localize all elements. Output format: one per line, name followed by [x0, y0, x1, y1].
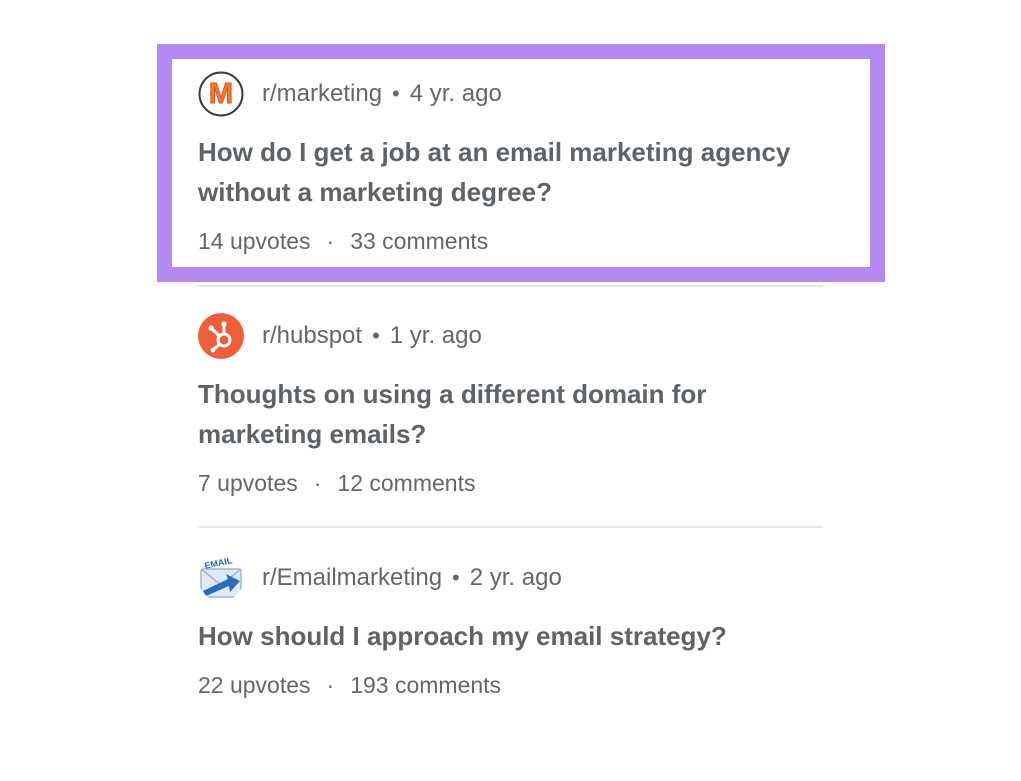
post-title[interactable]: Thoughts on using a different domain for… — [198, 374, 798, 454]
subreddit-link[interactable]: r/Emailmarketing — [262, 564, 442, 592]
comment-count[interactable]: 33 comments — [350, 228, 488, 255]
email-envelope-icon[interactable]: EMAIL — [198, 555, 244, 601]
post-meta: r/hubspot • 1 yr. ago — [198, 312, 823, 360]
stats-separator: · — [326, 228, 335, 254]
meta-separator: • — [372, 323, 380, 348]
hubspot-sprocket-icon[interactable] — [198, 313, 244, 359]
divider — [198, 285, 823, 287]
search-results: M r/marketing • 4 yr. ago How do I get a… — [0, 0, 1021, 781]
post-card[interactable]: M r/marketing • 4 yr. ago How do I get a… — [198, 70, 823, 255]
upvote-count: 14 upvotes — [198, 228, 311, 254]
post-stats: 7 upvotes · 12 comments — [198, 470, 823, 497]
post-card[interactable]: EMAIL r/Emailmarketing • 2 yr. ago How s… — [198, 554, 823, 699]
post-stats: 22 upvotes · 193 comments — [198, 672, 823, 699]
post-title[interactable]: How should I approach my email strategy? — [198, 616, 798, 656]
upvote-count: 22 upvotes — [198, 672, 311, 698]
comment-count[interactable]: 193 comments — [350, 672, 501, 699]
post-meta: EMAIL r/Emailmarketing • 2 yr. ago — [198, 554, 823, 602]
meta-separator: • — [452, 565, 460, 590]
post-age: 4 yr. ago — [409, 80, 502, 107]
post-age: 2 yr. ago — [469, 564, 562, 591]
post-meta: M r/marketing • 4 yr. ago — [198, 70, 823, 118]
subreddit-link[interactable]: r/marketing — [262, 80, 382, 108]
logo-letter: M — [209, 78, 233, 110]
stats-separator: · — [313, 470, 322, 496]
comment-count[interactable]: 12 comments — [337, 470, 475, 497]
upvote-count: 7 upvotes — [198, 470, 298, 496]
post-card[interactable]: r/hubspot • 1 yr. ago Thoughts on using … — [198, 312, 823, 497]
divider — [198, 526, 823, 528]
subreddit-link[interactable]: r/hubspot — [262, 322, 362, 350]
marketing-m-logo-icon[interactable]: M — [198, 71, 244, 117]
post-title[interactable]: How do I get a job at an email marketing… — [198, 132, 798, 212]
meta-separator: • — [392, 81, 400, 106]
post-stats: 14 upvotes · 33 comments — [198, 228, 823, 255]
post-age: 1 yr. ago — [389, 322, 482, 349]
stats-separator: · — [326, 672, 335, 698]
